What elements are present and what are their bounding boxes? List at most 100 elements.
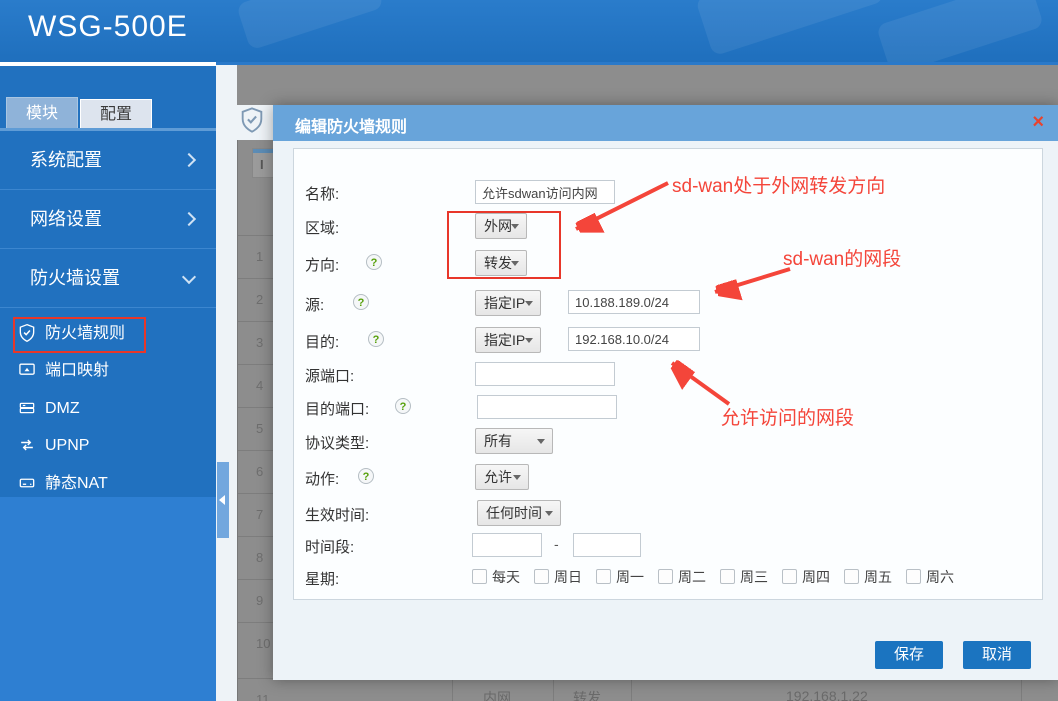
sidebar-section-label: 防火墙设置 (30, 268, 120, 288)
table-row: 11 (238, 678, 1058, 701)
sidebar-item-firewall-settings[interactable]: 防火墙设置 (0, 249, 216, 308)
week-option-friday[interactable]: 周五 (844, 567, 892, 587)
table-cell-zone: 内网 (483, 688, 511, 701)
help-icon[interactable]: ? (368, 331, 384, 347)
sidebar-sub-label: 端口映射 (45, 355, 109, 386)
dialog-title: 编辑防火墙规则 (295, 113, 407, 137)
chevron-down-icon (511, 261, 519, 266)
app-title: WSG-500E (28, 10, 188, 44)
cancel-button[interactable]: 取消 (963, 641, 1031, 669)
chevron-down-icon (525, 301, 533, 306)
sidebar-sub-label: DMZ (45, 393, 80, 424)
week-option-wednesday[interactable]: 周三 (720, 567, 768, 587)
effective-time-label: 生效时间: (305, 504, 369, 525)
app-window: WSG-500E 模块 配置 系统配置 网络设置 防火墙设置 防火墙规则 (0, 0, 1058, 701)
week-option-tuesday[interactable]: 周二 (658, 567, 706, 587)
header-decoration (695, 0, 885, 56)
week-option-sunday[interactable]: 周日 (534, 567, 582, 587)
checkbox-icon[interactable] (844, 569, 859, 584)
source-port-input[interactable] (475, 362, 615, 386)
edit-firewall-rule-dialog: 编辑防火墙规则 × 名称: 区域: 外网 方向: ? 转发 源: ? 指定IP (273, 105, 1058, 680)
table-cell-direction: 转发 (573, 688, 601, 701)
header-decoration (876, 0, 1044, 62)
week-option-saturday[interactable]: 周六 (906, 567, 954, 587)
tab-config[interactable]: 配置 (80, 99, 152, 129)
checkbox-icon[interactable] (720, 569, 735, 584)
action-label: 动作: (305, 468, 339, 489)
chevron-down-icon (513, 475, 521, 480)
chevron-right-icon (182, 212, 196, 226)
chevron-down-icon (511, 224, 519, 229)
table-gridline (553, 678, 554, 701)
storage-icon (17, 473, 37, 493)
checkbox-icon[interactable] (658, 569, 673, 584)
help-icon[interactable]: ? (353, 294, 369, 310)
help-icon[interactable]: ? (358, 468, 374, 484)
time-from-input[interactable] (472, 533, 542, 557)
checkbox-icon[interactable] (472, 569, 487, 584)
sidebar-collapse-handle[interactable] (217, 462, 229, 538)
time-to-input[interactable] (573, 533, 641, 557)
name-input[interactable] (475, 180, 615, 204)
dest-mode-select[interactable]: 指定IP (475, 327, 541, 353)
dest-port-label: 目的端口: (305, 398, 369, 419)
source-mode-value: 指定IP (484, 295, 525, 311)
zone-label: 区域: (305, 217, 339, 238)
direction-select-value: 转发 (484, 255, 512, 271)
checkbox-icon[interactable] (534, 569, 549, 584)
protocol-label: 协议类型: (305, 432, 369, 453)
week-option-thursday[interactable]: 周四 (782, 567, 830, 587)
dest-port-input[interactable] (477, 395, 617, 419)
save-button[interactable]: 保存 (875, 641, 943, 669)
tab-modules[interactable]: 模块 (6, 97, 78, 129)
effective-time-select[interactable]: 任何时间 (477, 500, 561, 526)
checkbox-icon[interactable] (906, 569, 921, 584)
action-select-value: 允许 (484, 469, 512, 485)
shield-check-icon (17, 323, 37, 343)
sidebar: 模块 配置 系统配置 网络设置 防火墙设置 防火墙规则 (0, 66, 216, 701)
sidebar-item-port-mapping[interactable]: 端口映射 (0, 355, 216, 386)
close-icon[interactable]: × (1032, 111, 1044, 133)
table-gridline (1021, 678, 1022, 701)
source-ip-input[interactable] (568, 290, 700, 314)
effective-time-value: 任何时间 (486, 505, 542, 521)
sidebar-sub-label: UPNP (45, 430, 89, 461)
sidebar-item-network-settings[interactable]: 网络设置 (0, 190, 216, 249)
direction-select[interactable]: 转发 (475, 250, 527, 276)
dialog-titlebar: 编辑防火墙规则 × (273, 105, 1058, 141)
firewall-page-shield-icon (238, 106, 266, 134)
time-range-label: 时间段: (305, 536, 354, 557)
action-select[interactable]: 允许 (475, 464, 529, 490)
chevron-down-icon (182, 270, 196, 284)
checkbox-icon[interactable] (596, 569, 611, 584)
chevron-right-icon (182, 153, 196, 167)
sidebar-item-firewall-rules[interactable]: 防火墙规则 (0, 318, 216, 349)
protocol-select[interactable]: 所有 (475, 428, 553, 454)
week-option-monday[interactable]: 周一 (596, 567, 644, 587)
help-icon[interactable]: ? (366, 254, 382, 270)
sidebar-item-system-config[interactable]: 系统配置 (0, 131, 216, 190)
app-header: WSG-500E (0, 0, 1058, 62)
sidebar-section-label: 网络设置 (30, 209, 102, 229)
source-mode-select[interactable]: 指定IP (475, 290, 541, 316)
week-option-everyday[interactable]: 每天 (472, 567, 520, 587)
zone-select[interactable]: 外网 (475, 213, 527, 239)
source-label: 源: (305, 294, 324, 315)
sidebar-item-dmz[interactable]: DMZ (0, 393, 216, 424)
name-label: 名称: (305, 183, 339, 204)
dest-ip-input[interactable] (568, 327, 700, 351)
help-icon[interactable]: ? (395, 398, 411, 414)
dialog-form-panel (293, 148, 1043, 600)
sidebar-sub-label: 静态NAT (45, 468, 108, 499)
sidebar-sub-label: 防火墙规则 (45, 318, 125, 349)
dimmed-overlay-top (237, 65, 1058, 105)
chevron-down-icon (545, 511, 553, 516)
protocol-select-value: 所有 (484, 433, 512, 449)
table-gridline (452, 678, 453, 701)
checkbox-icon[interactable] (782, 569, 797, 584)
table-cell-address: 192.168.1.22 (786, 688, 868, 701)
zone-select-value: 外网 (484, 218, 512, 234)
sidebar-footer-area (0, 497, 216, 701)
sidebar-item-static-nat[interactable]: 静态NAT (0, 468, 216, 499)
sidebar-item-upnp[interactable]: UPNP (0, 430, 216, 461)
